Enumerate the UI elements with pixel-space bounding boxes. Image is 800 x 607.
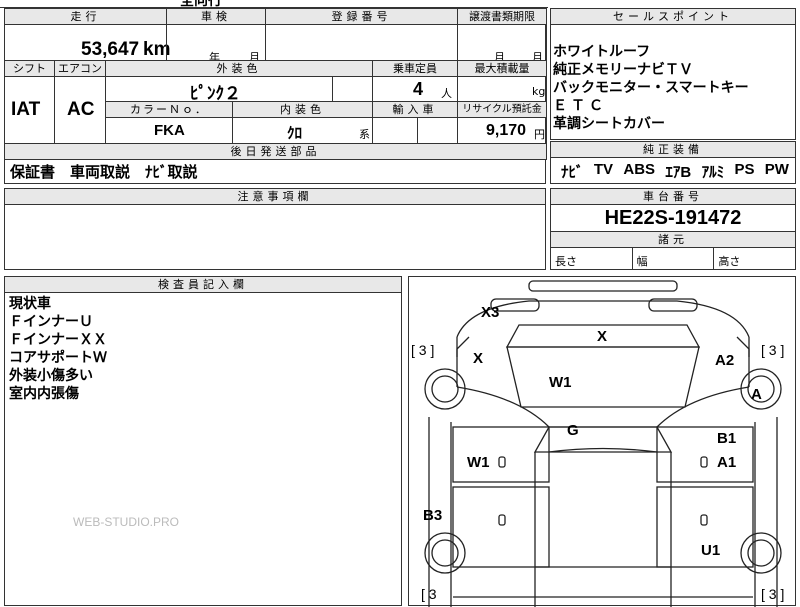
- inspector-note: コアサポートＷ: [9, 350, 107, 366]
- sales-point-header: セールスポイント: [551, 9, 795, 25]
- interior-color-cell: ｸﾛ 系: [232, 117, 373, 144]
- sales-point-item: 革調シートカバー: [553, 116, 665, 132]
- inspector-note: ＦインナーＸＸ: [9, 332, 107, 348]
- transfer-deadline-header: 譲渡書類期限: [457, 8, 547, 25]
- recycle-cell: 9,170 円: [457, 117, 547, 144]
- exterior-color-extra-cell: [332, 76, 373, 102]
- inspector-note: 現状車: [9, 296, 51, 312]
- mark-right-front-fender: A2: [715, 352, 734, 369]
- equipment-item: PW: [764, 161, 789, 178]
- interior-color-value: ｸﾛ: [287, 124, 303, 142]
- caution-box: 注意事項欄: [4, 188, 546, 270]
- aircon-cell: AC: [54, 76, 106, 144]
- car-diagram-box: [ 3 ] [ 3 ] [ 3 [ 3 ] X3 X X W1 A2 A G W…: [408, 276, 796, 607]
- import-cell: [372, 117, 418, 144]
- equipment-item: ｴｱB: [665, 164, 692, 181]
- sales-point-list: ホワイトルーフ 純正メモリーナビＴＶ バックモニター・スマートキー ＥＴＣ 革調…: [551, 25, 795, 133]
- recycle-header: リサイクル預託金: [457, 101, 547, 118]
- width-label: 幅: [636, 255, 648, 268]
- sales-point-item: ＥＴＣ: [553, 98, 607, 114]
- aircon-header: エアコン: [54, 60, 106, 77]
- equipment-list: ﾅﾋﾞ TV ABS ｴｱB ｱﾙﾐ PS PW: [551, 158, 795, 182]
- vehicle-info-grid: 走行 車検 登録番号 譲渡書類期限 53,647 km 年 月 月 月 シフト …: [4, 8, 547, 184]
- color-no-cell: FKA: [105, 117, 233, 144]
- capacity-header: 乗車定員: [372, 60, 458, 77]
- shift-cell: IAT: [4, 76, 55, 144]
- mark-left-rear: B3: [423, 507, 442, 524]
- max-load-unit: kg: [532, 85, 546, 98]
- equipment-item: PS: [734, 161, 755, 178]
- recycle-unit: 円: [534, 128, 545, 141]
- mark-windshield: W1: [549, 374, 572, 391]
- inspector-note: ＦインナーＵ: [9, 314, 93, 330]
- length-label: 長さ: [555, 255, 577, 268]
- inspector-header: 検査員記入欄: [5, 277, 401, 293]
- shift-value: IAT: [11, 99, 41, 120]
- sales-point-item: バックモニター・スマートキー: [553, 80, 749, 96]
- mark-front-bumper: X3: [481, 304, 499, 321]
- equipment-header: 純正装備: [551, 142, 795, 158]
- inspector-note: 室内内張傷: [9, 386, 79, 402]
- tire-label-top-left: [ 3 ]: [411, 342, 434, 358]
- shaken-header: 車検: [166, 8, 266, 25]
- aircon-value: AC: [67, 99, 95, 120]
- mark-left-front-fender: X: [473, 350, 483, 367]
- equipment-item: ｱﾙﾐ: [701, 164, 725, 181]
- registration-header: 登録番号: [265, 8, 458, 25]
- recycle-value: 9,170: [486, 122, 527, 139]
- sales-point-item: 純正メモリーナビＴＶ: [553, 62, 693, 78]
- chassis-header: 車台番号: [551, 189, 795, 205]
- inspector-note: 外装小傷多い: [9, 368, 93, 384]
- equipment-item: TV: [593, 161, 614, 178]
- inspector-notes-list: 現状車 ＦインナーＵ ＦインナーＸＸ コアサポートＷ 外装小傷多い 室内内張傷: [5, 293, 401, 403]
- tire-label-top-right: [ 3 ]: [761, 342, 784, 358]
- chassis-box: 車台番号 HE22S-191472 諸元 長さ 幅 高さ: [550, 188, 796, 270]
- chassis-number: HE22S-191472: [604, 207, 742, 229]
- width-cell: 幅: [633, 248, 715, 270]
- dimensions-row: 長さ 幅 高さ: [551, 248, 795, 270]
- equipment-item: ABS: [623, 161, 656, 178]
- inspector-box: 検査員記入欄 現状車 ＦインナーＵ ＦインナーＸＸ コアサポートＷ 外装小傷多い…: [4, 276, 402, 606]
- mark-hood: X: [597, 328, 607, 345]
- height-cell: 高さ: [714, 248, 795, 270]
- interior-color-suffix: 系: [359, 128, 370, 141]
- later-parts-header: 後日発送部品: [4, 143, 547, 160]
- max-load-header: 最大積載量: [457, 60, 547, 77]
- sales-point-box: セールスポイント ホワイトルーフ 純正メモリーナビＴＶ バックモニター・スマート…: [550, 8, 796, 140]
- capacity-value: 4: [413, 79, 424, 99]
- later-parts-value: 保証書 車両取説 ﾅﾋﾞ取説: [10, 163, 198, 181]
- exterior-color-cell: ﾋﾟﾝｸ２: [105, 76, 333, 104]
- length-cell: 長さ: [551, 248, 633, 270]
- mark-right-door-2: A1: [717, 454, 736, 471]
- sales-point-item: ホワイトルーフ: [553, 44, 651, 60]
- capacity-cell: 4 人: [372, 76, 458, 102]
- mileage-header: 走行: [4, 8, 167, 25]
- capacity-unit: 人: [441, 87, 452, 100]
- mark-roof: G: [567, 422, 579, 439]
- color-no-header: カラーＮｏ．: [105, 101, 233, 118]
- mark-right-front-wheel: A: [751, 386, 762, 403]
- watermark: WEB-STUDIO.PRO: [73, 515, 180, 529]
- mark-left-window: W1: [467, 454, 490, 471]
- height-label: 高さ: [718, 255, 741, 268]
- caution-header: 注意事項欄: [5, 189, 545, 205]
- import-header: 輸入車: [372, 101, 458, 118]
- mark-right-rear: U1: [701, 542, 720, 559]
- mark-right-door-1: B1: [717, 430, 736, 447]
- max-load-cell: kg: [457, 76, 547, 102]
- equipment-item: ﾅﾋﾞ: [561, 164, 584, 181]
- import-cell-2: [417, 117, 458, 144]
- top-fragment-row: 全向行: [0, 0, 548, 9]
- exterior-color-header: 外装色: [105, 60, 373, 77]
- mileage-value: 53,647: [81, 39, 140, 60]
- color-no-value: FKA: [154, 122, 185, 139]
- equipment-box: 純正装備 ﾅﾋﾞ TV ABS ｴｱB ｱﾙﾐ PS PW: [550, 141, 796, 184]
- dimensions-header: 諸元: [551, 231, 795, 248]
- car-diagram: [ 3 ] [ 3 ] [ 3 [ 3 ] X3 X X W1 A2 A G W…: [411, 280, 784, 607]
- shift-header: シフト: [4, 60, 55, 77]
- interior-color-header: 内装色: [232, 101, 373, 118]
